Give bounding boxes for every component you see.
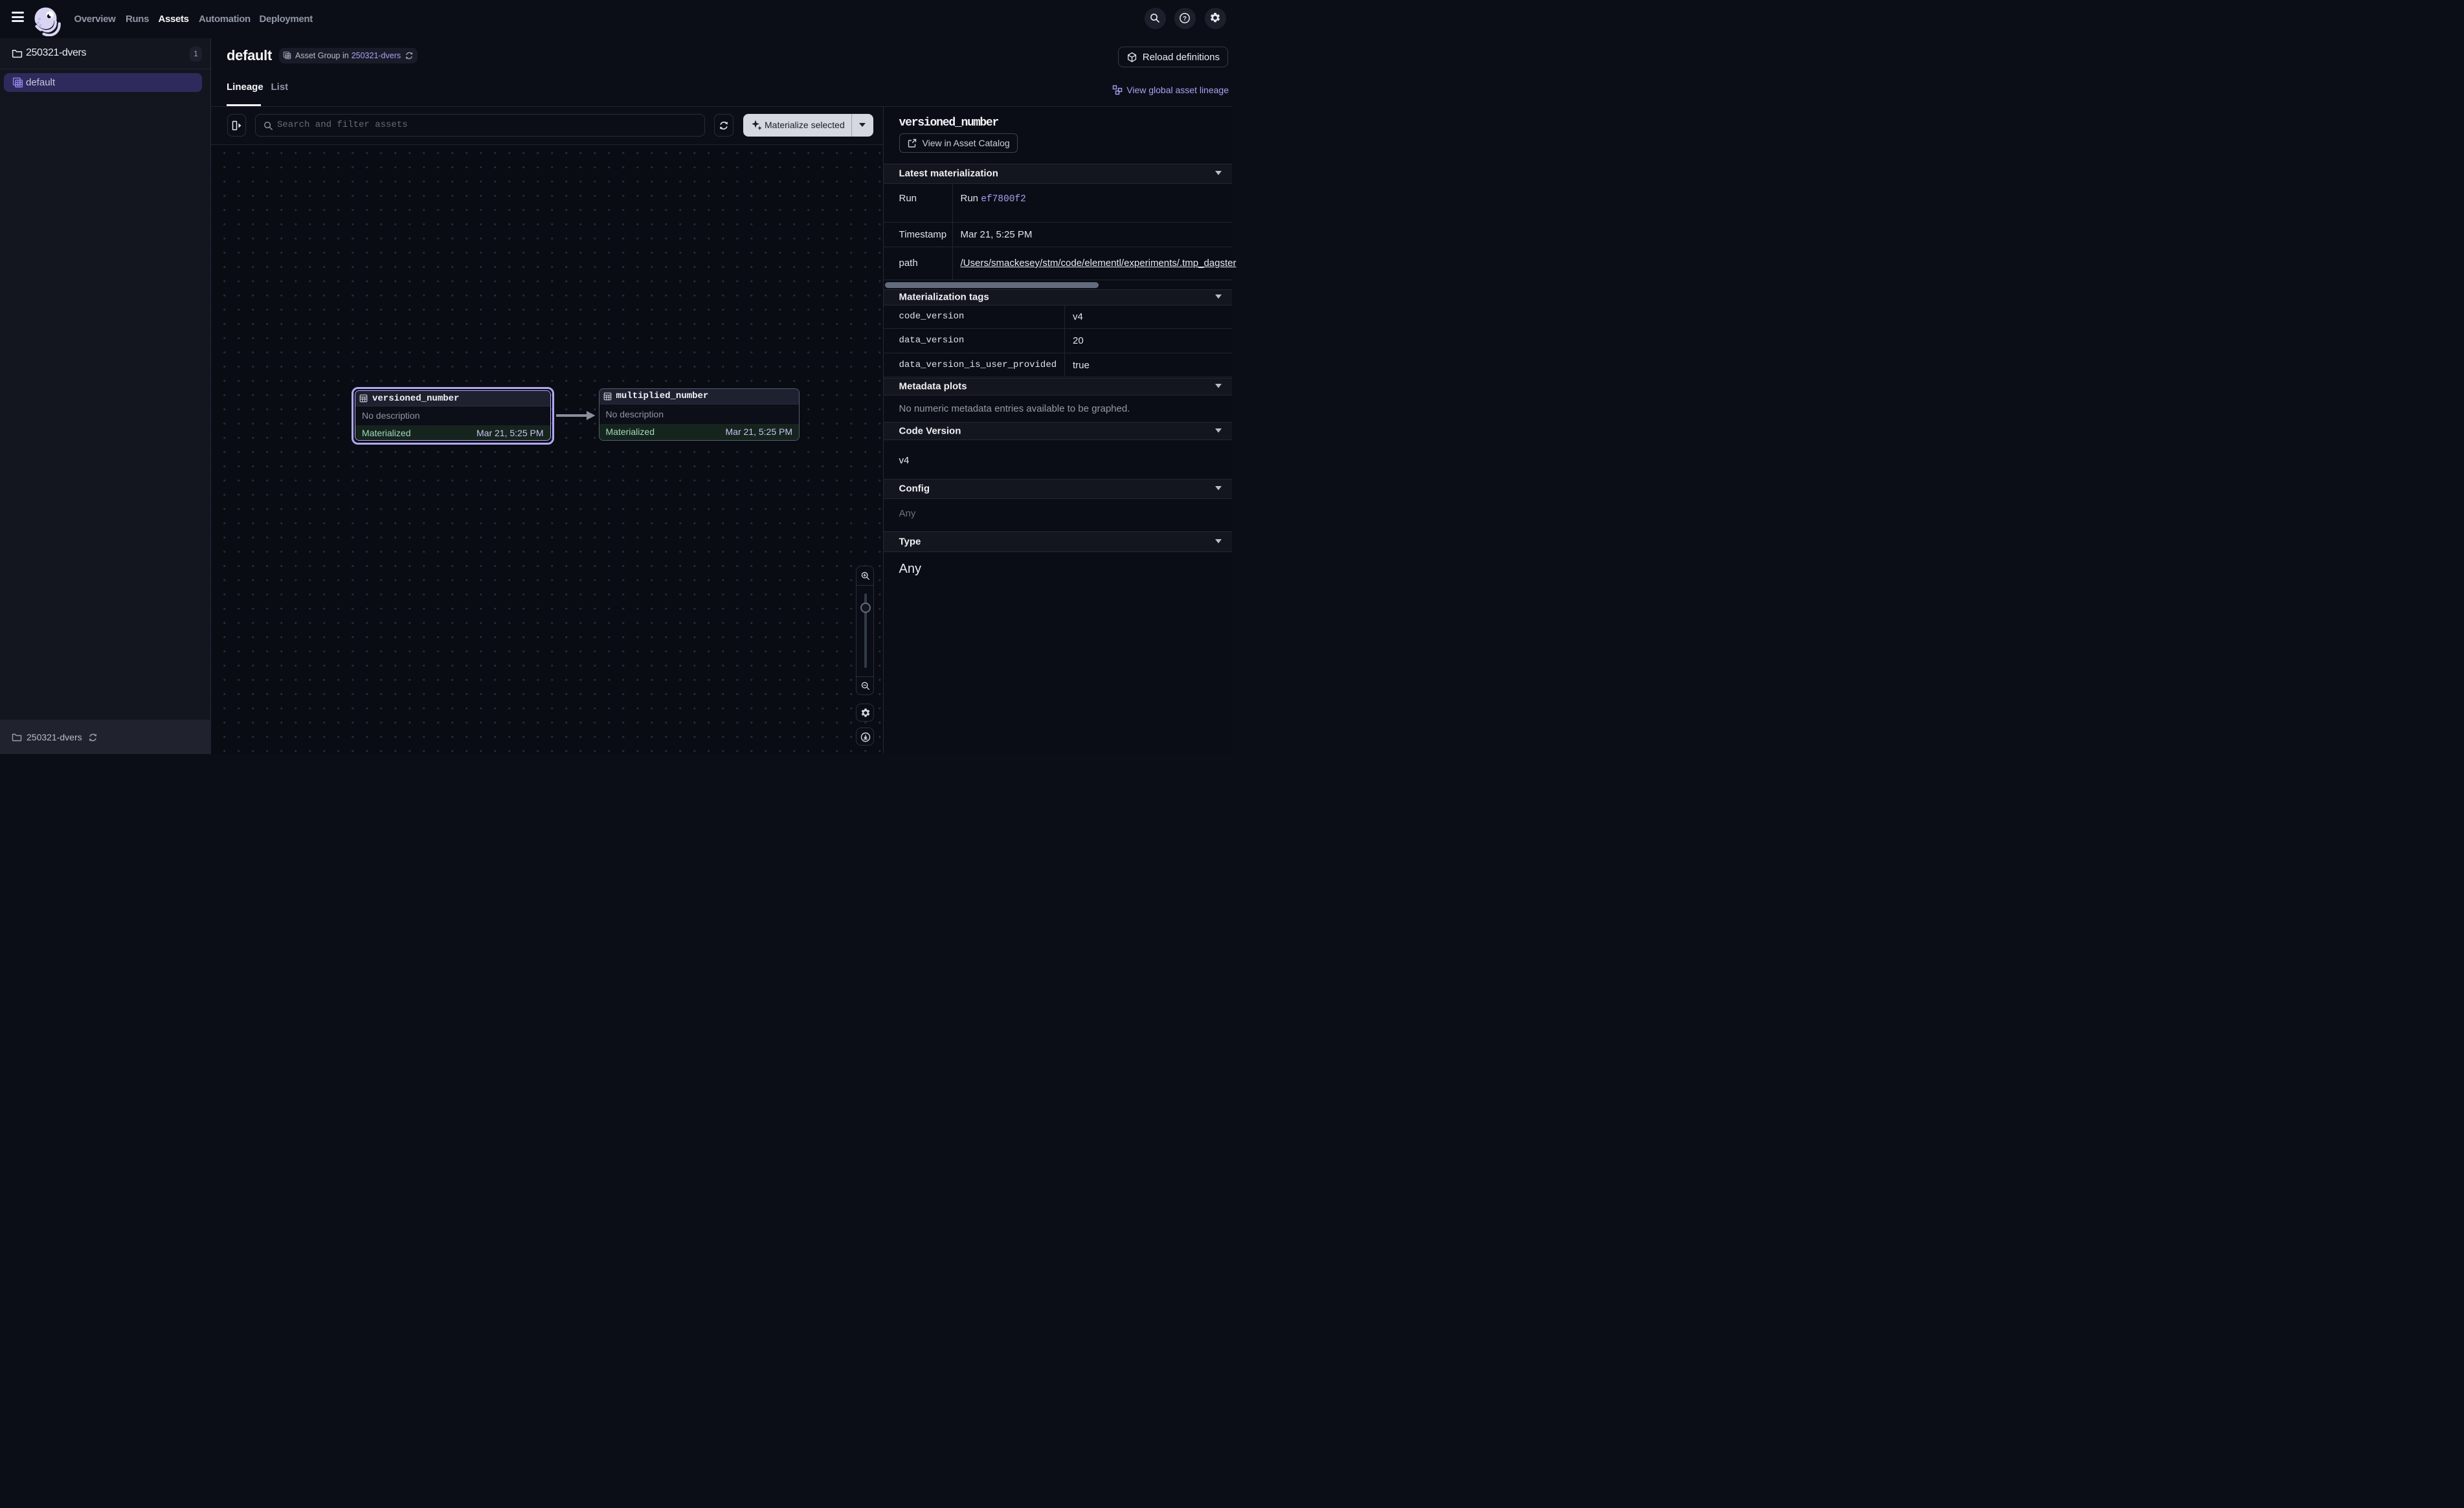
- svg-text:?: ?: [1183, 16, 1187, 23]
